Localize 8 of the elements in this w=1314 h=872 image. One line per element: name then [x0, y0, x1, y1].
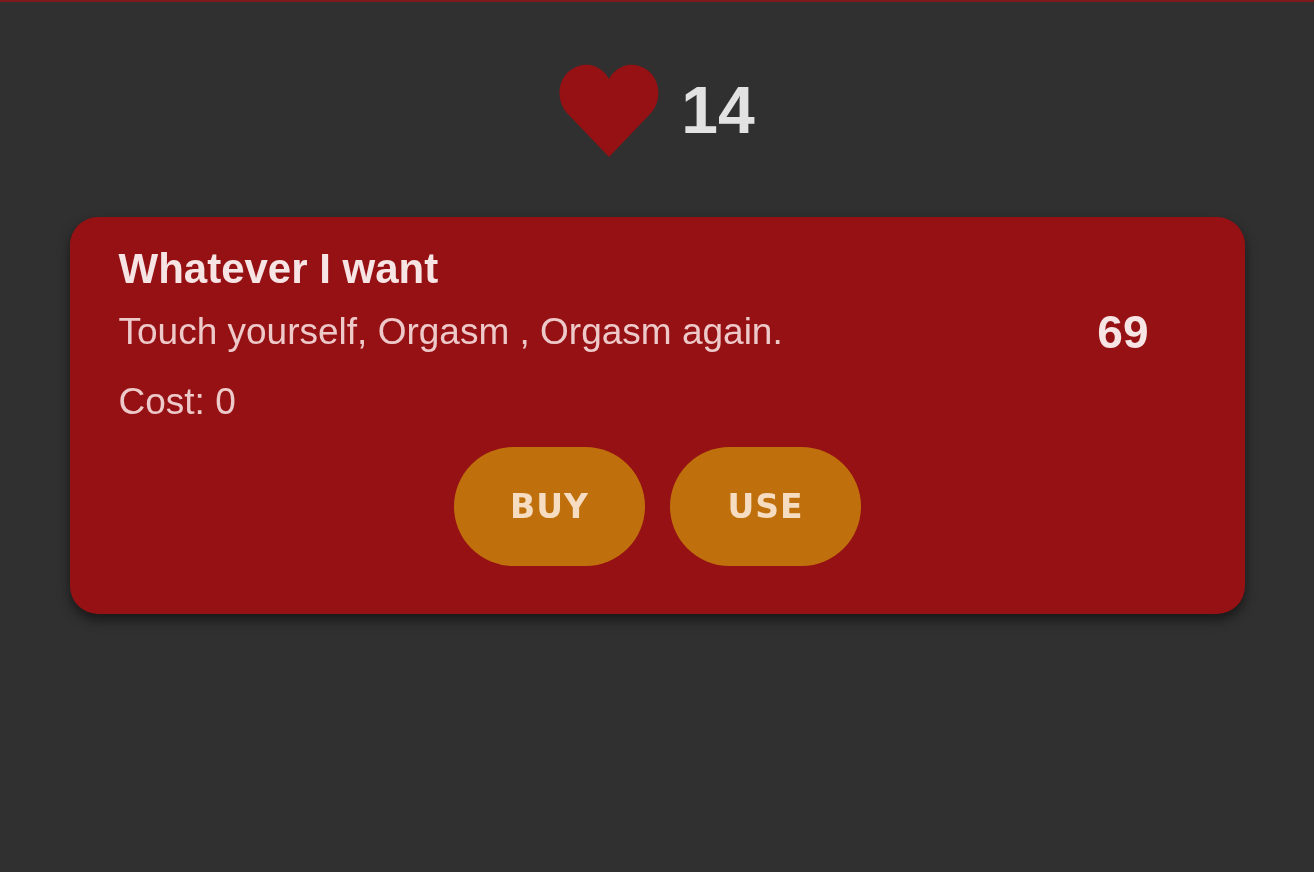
points-count: 14 [681, 72, 755, 148]
action-button[interactable]: USE [670, 447, 861, 566]
reward-description: Touch yourself, Orgasm , Orgasm again. [118, 311, 783, 353]
action-button[interactable]: BUY [454, 447, 645, 566]
reward-cost: Cost: 0 [118, 381, 237, 423]
reward-value: 69 [1097, 305, 1149, 359]
reward-title: Whatever I want [118, 245, 440, 293]
heart-icon [559, 63, 660, 157]
